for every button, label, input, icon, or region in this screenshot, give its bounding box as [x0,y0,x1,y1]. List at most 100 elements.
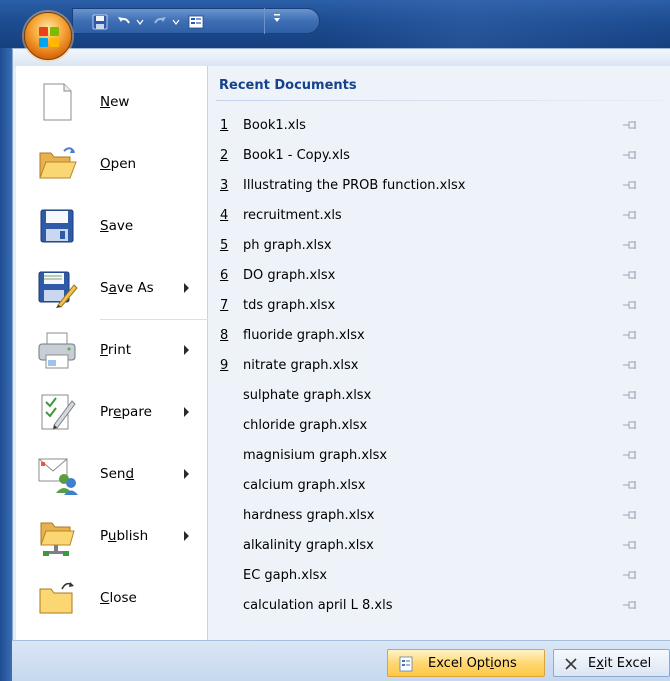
undo-dropdown-icon[interactable] [135,13,145,31]
undo-icon[interactable] [115,13,133,31]
menu-item-save-as[interactable]: Save As [16,258,208,318]
recent-document-name: EC gaph.xlsx [243,567,328,583]
pin-icon[interactable] [622,299,638,311]
excel-options-label: Excel Options [428,655,517,671]
menu-item-new[interactable]: New [16,72,208,132]
new-document-icon [36,81,78,123]
pin-icon[interactable] [622,389,638,401]
recent-document-name: hardness graph.xlsx [243,507,375,523]
menu-item-label: Open [100,156,137,172]
window-left-edge [0,48,12,681]
recent-document-item[interactable]: EC gaph.xlsx [216,560,662,590]
office-button[interactable] [24,12,72,60]
menu-item-print[interactable]: Print [16,320,208,380]
recent-document-item[interactable]: 5 ph graph.xlsx [216,230,662,260]
pin-icon[interactable] [622,269,638,281]
recent-document-item[interactable]: chloride graph.xlsx [216,410,662,440]
submenu-arrow-icon [184,407,189,417]
recent-document-item[interactable]: 3 Illustrating the PROB function.xlsx [216,170,662,200]
recent-documents-header: Recent Documents [219,78,357,93]
recent-document-number: 8 [220,327,229,343]
recent-document-name: Illustrating the PROB function.xlsx [243,177,466,193]
redo-dropdown-icon[interactable] [171,13,181,31]
submenu-arrow-icon [184,469,189,479]
menu-item-label: Close [100,590,137,606]
recent-document-item[interactable]: magnisium graph.xlsx [216,440,662,470]
excel-options-button[interactable]: Excel Options [387,649,545,677]
pin-icon[interactable] [622,179,638,191]
menu-item-label: Publish [100,528,149,544]
form-icon[interactable] [187,13,205,31]
recent-document-item[interactable]: 2 Book1 - Copy.xls [216,140,662,170]
menu-item-open[interactable]: Open [16,134,208,194]
customize-icon[interactable] [272,12,282,29]
recent-document-item[interactable]: 8 fluoride graph.xlsx [216,320,662,350]
menu-item-publish[interactable]: Publish [16,506,208,566]
recent-document-item[interactable]: 6 DO graph.xlsx [216,260,662,290]
pin-icon[interactable] [622,539,638,551]
printer-icon [36,329,78,371]
recent-document-name: alkalinity graph.xlsx [243,537,374,553]
recent-document-name: chloride graph.xlsx [243,417,368,433]
menu-item-label: Send [100,466,135,482]
recent-document-item[interactable]: calcium graph.xlsx [216,470,662,500]
send-icon [36,453,78,495]
menu-item-send[interactable]: Send [16,444,208,504]
toolbar-separator [264,8,265,34]
submenu-arrow-icon [184,345,189,355]
menu-item-label: Print [100,342,132,358]
pin-icon[interactable] [622,419,638,431]
recent-document-name: tds graph.xlsx [243,297,336,313]
publish-icon [36,515,78,557]
recent-document-name: fluoride graph.xlsx [243,327,365,343]
close-folder-icon [36,577,78,619]
open-folder-icon [36,143,78,185]
pin-icon[interactable] [622,569,638,581]
office-logo-icon [39,27,59,47]
pin-icon[interactable] [622,599,638,611]
save-icon[interactable] [91,13,109,31]
recent-document-number: 1 [220,117,229,133]
recent-document-item[interactable]: 7 tds graph.xlsx [216,290,662,320]
recent-document-name: calculation april L 8.xls [243,597,393,613]
pin-icon[interactable] [622,209,638,221]
exit-excel-button[interactable]: Exit Excel [553,649,670,677]
quick-access-toolbar [72,8,320,34]
recent-document-number: 7 [220,297,229,313]
exit-excel-label: Exit Excel [588,655,652,671]
recent-header-divider [216,100,662,101]
pin-icon[interactable] [622,119,638,131]
options-icon [399,656,413,672]
recent-document-item[interactable]: alkalinity graph.xlsx [216,530,662,560]
recent-document-item[interactable]: hardness graph.xlsx [216,500,662,530]
recent-document-item[interactable]: calculation april L 8.xls [216,590,662,620]
menu-item-close[interactable]: Close [16,568,208,628]
save-as-icon [36,267,78,309]
recent-document-item[interactable]: 1 Book1.xls [216,110,662,140]
recent-document-number: 2 [220,147,229,163]
save-disk-icon [36,205,78,247]
pin-icon[interactable] [622,359,638,371]
recent-document-number: 4 [220,207,229,223]
pin-icon[interactable] [622,479,638,491]
recent-document-name: sulphate graph.xlsx [243,387,372,403]
recent-document-number: 6 [220,267,229,283]
submenu-arrow-icon [184,283,189,293]
menu-item-save[interactable]: Save [16,196,208,256]
pin-icon[interactable] [622,449,638,461]
recent-document-item[interactable]: sulphate graph.xlsx [216,380,662,410]
pin-icon[interactable] [622,329,638,341]
recent-document-item[interactable]: 4 recruitment.xls [216,200,662,230]
pin-icon[interactable] [622,509,638,521]
recent-document-number: 9 [220,357,229,373]
menu-item-label: Prepare [100,404,152,420]
pin-icon[interactable] [622,149,638,161]
recent-document-name: recruitment.xls [243,207,342,223]
prepare-icon [36,391,78,433]
redo-icon[interactable] [151,13,169,31]
pin-icon[interactable] [622,239,638,251]
recent-document-item[interactable]: 9 nitrate graph.xlsx [216,350,662,380]
menu-item-prepare[interactable]: Prepare [16,382,208,442]
recent-document-name: Book1.xls [243,117,306,133]
recent-document-name: calcium graph.xlsx [243,477,366,493]
